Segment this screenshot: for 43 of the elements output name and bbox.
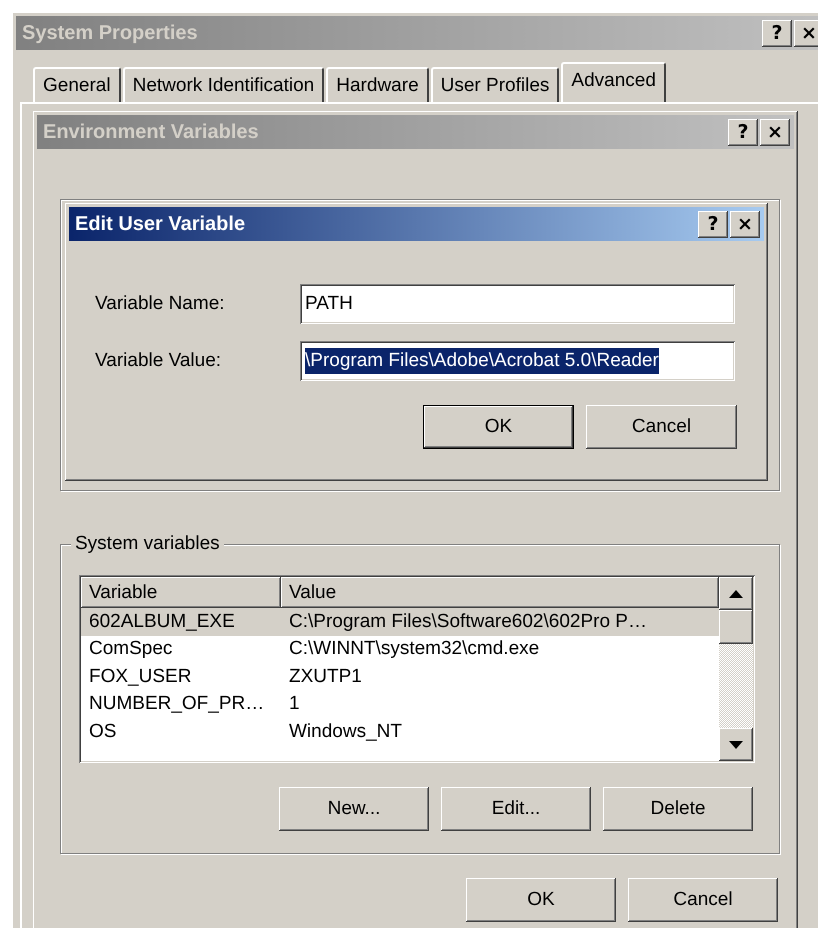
- variable-name: FOX_USER: [88, 666, 192, 688]
- dialog-button[interactable]: Cancel: [586, 405, 737, 449]
- tab[interactable]: Hardware: [326, 67, 429, 102]
- variable-value: ZXUTP1: [288, 666, 363, 688]
- dialog-button[interactable]: Edit...: [441, 787, 591, 831]
- dialog-button[interactable]: OK: [423, 405, 574, 449]
- field-label: Variable Value:: [95, 350, 222, 372]
- window-title: System Properties: [22, 22, 199, 44]
- variable-name: ComSpec: [88, 638, 174, 660]
- help-button[interactable]: ?: [762, 20, 792, 46]
- scrollbar[interactable]: [719, 577, 753, 761]
- down-arrow-icon: [729, 740, 743, 748]
- variable-value: C:\WINNT\system32\cmd.exe: [288, 638, 540, 660]
- dialog-button[interactable]: Delete: [603, 787, 753, 831]
- group-label: System variables: [71, 533, 224, 555]
- column-header[interactable]: Variable: [81, 577, 281, 608]
- column-header[interactable]: Value: [281, 577, 719, 608]
- variable-value: Windows_NT: [288, 720, 403, 743]
- help-button[interactable]: ?: [698, 210, 728, 238]
- tab[interactable]: General: [33, 67, 121, 102]
- field-label: Variable Name:: [95, 293, 226, 315]
- text-field[interactable]: PATH: [300, 284, 735, 324]
- variable-name: NUMBER_OF_PR…: [88, 693, 266, 716]
- variable-value: C:\Program Files\Software602\602Pro P…: [288, 610, 648, 633]
- close-button[interactable]: ×: [730, 210, 760, 238]
- tab[interactable]: Network Identification: [122, 67, 324, 102]
- tab[interactable]: User Profiles: [430, 67, 560, 102]
- close-button[interactable]: ×: [760, 118, 790, 146]
- dialog-button[interactable]: New...: [279, 787, 429, 831]
- help-button[interactable]: ?: [728, 118, 758, 146]
- list-row[interactable]: 602ALBUM_EXE C:\Program Files\Software602\602Pro P…: [81, 608, 719, 636]
- variable-name: 602ALBUM_EXE: [88, 610, 236, 633]
- close-button[interactable]: ×: [794, 20, 818, 46]
- variable-value: 1: [288, 693, 301, 716]
- dialog-button[interactable]: Cancel: [628, 878, 778, 922]
- tab[interactable]: Advanced: [561, 62, 666, 102]
- scroll-thumb[interactable]: [719, 610, 753, 644]
- dialog-button[interactable]: OK: [466, 878, 616, 922]
- up-arrow-icon: [729, 590, 743, 598]
- text-field[interactable]: \Program Files\Adobe\Acrobat 5.0\Reader: [300, 341, 735, 381]
- window-title: Environment Variables: [43, 120, 260, 144]
- variable-name: OS: [88, 720, 118, 743]
- window-title: Edit User Variable: [75, 212, 246, 236]
